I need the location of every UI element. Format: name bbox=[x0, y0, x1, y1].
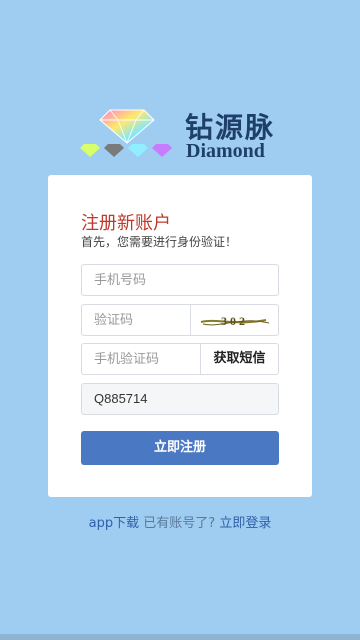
captcha-graphic: 3 0 2 bbox=[200, 314, 270, 328]
footer-links: app下载 已有账号了? 立即登录 bbox=[0, 512, 360, 531]
sms-code-input[interactable]: 手机验证码 bbox=[81, 343, 200, 375]
register-card: 注册新账户 首先，您需要进行身份验证！ 手机号码 验证码 3 0 2 手机验证码… bbox=[48, 175, 312, 497]
app-download-link[interactable]: app下载 bbox=[89, 516, 139, 531]
card-subtitle: 首先，您需要进行身份验证！ bbox=[81, 235, 238, 249]
register-button[interactable]: 立即注册 bbox=[81, 431, 279, 465]
bottom-bar bbox=[0, 634, 360, 640]
small-diamonds-icon bbox=[80, 144, 172, 157]
login-link[interactable]: 立即登录 bbox=[219, 516, 271, 531]
brand-logo: 钻源脉 Diamond bbox=[80, 100, 280, 170]
has-account-text: 已有账号了? bbox=[143, 516, 216, 531]
captcha-image[interactable]: 3 0 2 bbox=[190, 304, 279, 336]
invite-code-field[interactable]: Q885714 bbox=[81, 383, 279, 415]
brand-name-en: Diamond bbox=[186, 140, 265, 162]
get-sms-button[interactable]: 获取短信 bbox=[200, 343, 279, 375]
diamond-icon bbox=[99, 109, 155, 144]
captcha-input[interactable]: 验证码 bbox=[81, 304, 191, 336]
captcha-text: 3 0 2 bbox=[221, 314, 245, 328]
phone-input[interactable]: 手机号码 bbox=[81, 264, 279, 296]
card-title: 注册新账户 bbox=[81, 213, 171, 234]
